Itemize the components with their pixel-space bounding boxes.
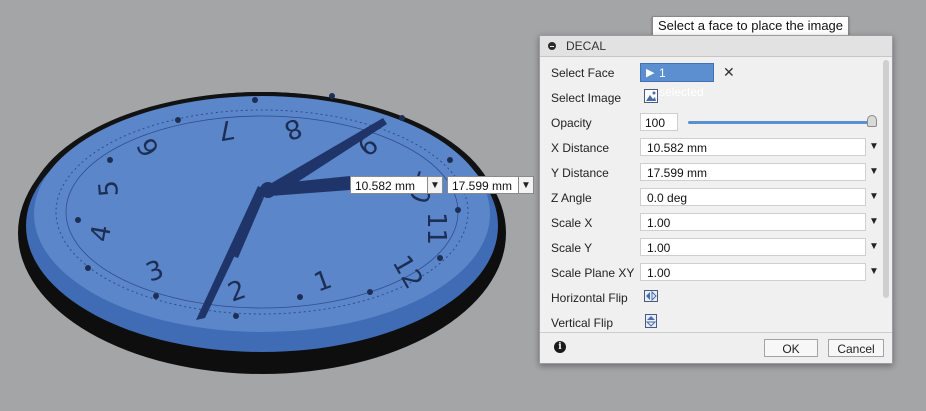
decal-panel: DECAL Select Face ▶ 1 selected ✕ Select … bbox=[539, 35, 893, 364]
image-icon[interactable] bbox=[644, 89, 658, 103]
viewport-x-distance-dropdown[interactable]: ▼ bbox=[427, 176, 443, 194]
y-distance-label: Y Distance bbox=[551, 166, 609, 180]
decal-panel-footer: i OK Cancel bbox=[540, 332, 892, 363]
scale-plane-xy-label: Scale Plane XY bbox=[551, 266, 635, 280]
horizontal-flip-label: Horizontal Flip bbox=[551, 291, 628, 305]
numeral-11: 11 bbox=[421, 212, 451, 245]
decal-panel-header[interactable]: DECAL bbox=[540, 36, 892, 57]
scale-x-input[interactable]: 1.00 bbox=[640, 213, 866, 231]
z-angle-input[interactable]: 0.0 deg bbox=[640, 188, 866, 206]
numeral-5: 5 bbox=[94, 179, 125, 198]
z-angle-label: Z Angle bbox=[551, 191, 592, 205]
scale-x-dropdown-icon[interactable]: ▼ bbox=[868, 213, 880, 231]
scale-plane-xy-dropdown-icon[interactable]: ▼ bbox=[868, 263, 880, 281]
panel-title: DECAL bbox=[566, 39, 607, 53]
vertical-flip-label: Vertical Flip bbox=[551, 316, 614, 330]
scale-x-label: Scale X bbox=[551, 216, 593, 230]
y-distance-dropdown-icon[interactable]: ▼ bbox=[868, 163, 880, 181]
row-z-angle: Z Angle 0.0 deg ▼ bbox=[540, 185, 879, 210]
scale-y-dropdown-icon[interactable]: ▼ bbox=[868, 238, 880, 256]
row-opacity: Opacity 100 bbox=[540, 110, 877, 135]
viewport-y-distance-input[interactable]: 17.599 mm bbox=[447, 176, 519, 194]
row-scale-x: Scale X 1.00 ▼ bbox=[540, 210, 879, 235]
face-selection-tooltip: Select a face to place the image bbox=[652, 16, 850, 36]
collapse-icon[interactable] bbox=[548, 42, 556, 50]
select-image-label: Select Image bbox=[551, 91, 622, 105]
x-distance-label: X Distance bbox=[551, 141, 610, 155]
scale-y-input[interactable]: 1.00 bbox=[640, 238, 866, 256]
select-face-button[interactable]: ▶ 1 selected bbox=[640, 63, 714, 99]
select-face-label: Select Face bbox=[551, 66, 615, 80]
row-scale-plane-xy: Scale Plane XY 1.00 ▼ bbox=[540, 260, 879, 285]
x-distance-input[interactable]: 10.582 mm bbox=[640, 138, 866, 156]
viewport-y-distance-dropdown[interactable]: ▼ bbox=[518, 176, 534, 194]
vertical-flip-icon[interactable] bbox=[644, 314, 658, 328]
row-horizontal-flip: Horizontal Flip bbox=[540, 285, 876, 310]
row-select-face: Select Face ▶ 1 selected ✕ bbox=[540, 60, 876, 99]
row-select-image: Select Image bbox=[540, 85, 876, 110]
z-angle-dropdown-icon[interactable]: ▼ bbox=[868, 188, 880, 206]
opacity-input[interactable]: 100 bbox=[640, 113, 678, 131]
info-icon[interactable]: i bbox=[554, 341, 566, 353]
opacity-slider-handle[interactable] bbox=[867, 115, 877, 127]
row-scale-y: Scale Y 1.00 ▼ bbox=[540, 235, 879, 260]
clear-selection-icon[interactable]: ✕ bbox=[723, 63, 735, 81]
horizontal-flip-icon[interactable] bbox=[644, 289, 658, 303]
clock-center-cap bbox=[260, 182, 276, 198]
ok-button[interactable]: OK bbox=[764, 339, 818, 357]
x-distance-dropdown-icon[interactable]: ▼ bbox=[868, 138, 880, 156]
opacity-slider-track[interactable] bbox=[688, 121, 872, 124]
scale-y-label: Scale Y bbox=[551, 241, 593, 255]
viewport-x-distance-input[interactable]: 10.582 mm bbox=[350, 176, 428, 194]
row-x-distance: X Distance 10.582 mm ▼ bbox=[540, 135, 879, 160]
opacity-label: Opacity bbox=[551, 116, 592, 130]
panel-scrollbar[interactable] bbox=[883, 60, 889, 298]
y-distance-input[interactable]: 17.599 mm bbox=[640, 163, 866, 181]
arrow-cursor-icon: ▶ bbox=[646, 67, 655, 79]
row-y-distance: Y Distance 17.599 mm ▼ bbox=[540, 160, 879, 185]
scale-plane-xy-input[interactable]: 1.00 bbox=[640, 263, 866, 281]
cancel-button[interactable]: Cancel bbox=[828, 339, 884, 357]
